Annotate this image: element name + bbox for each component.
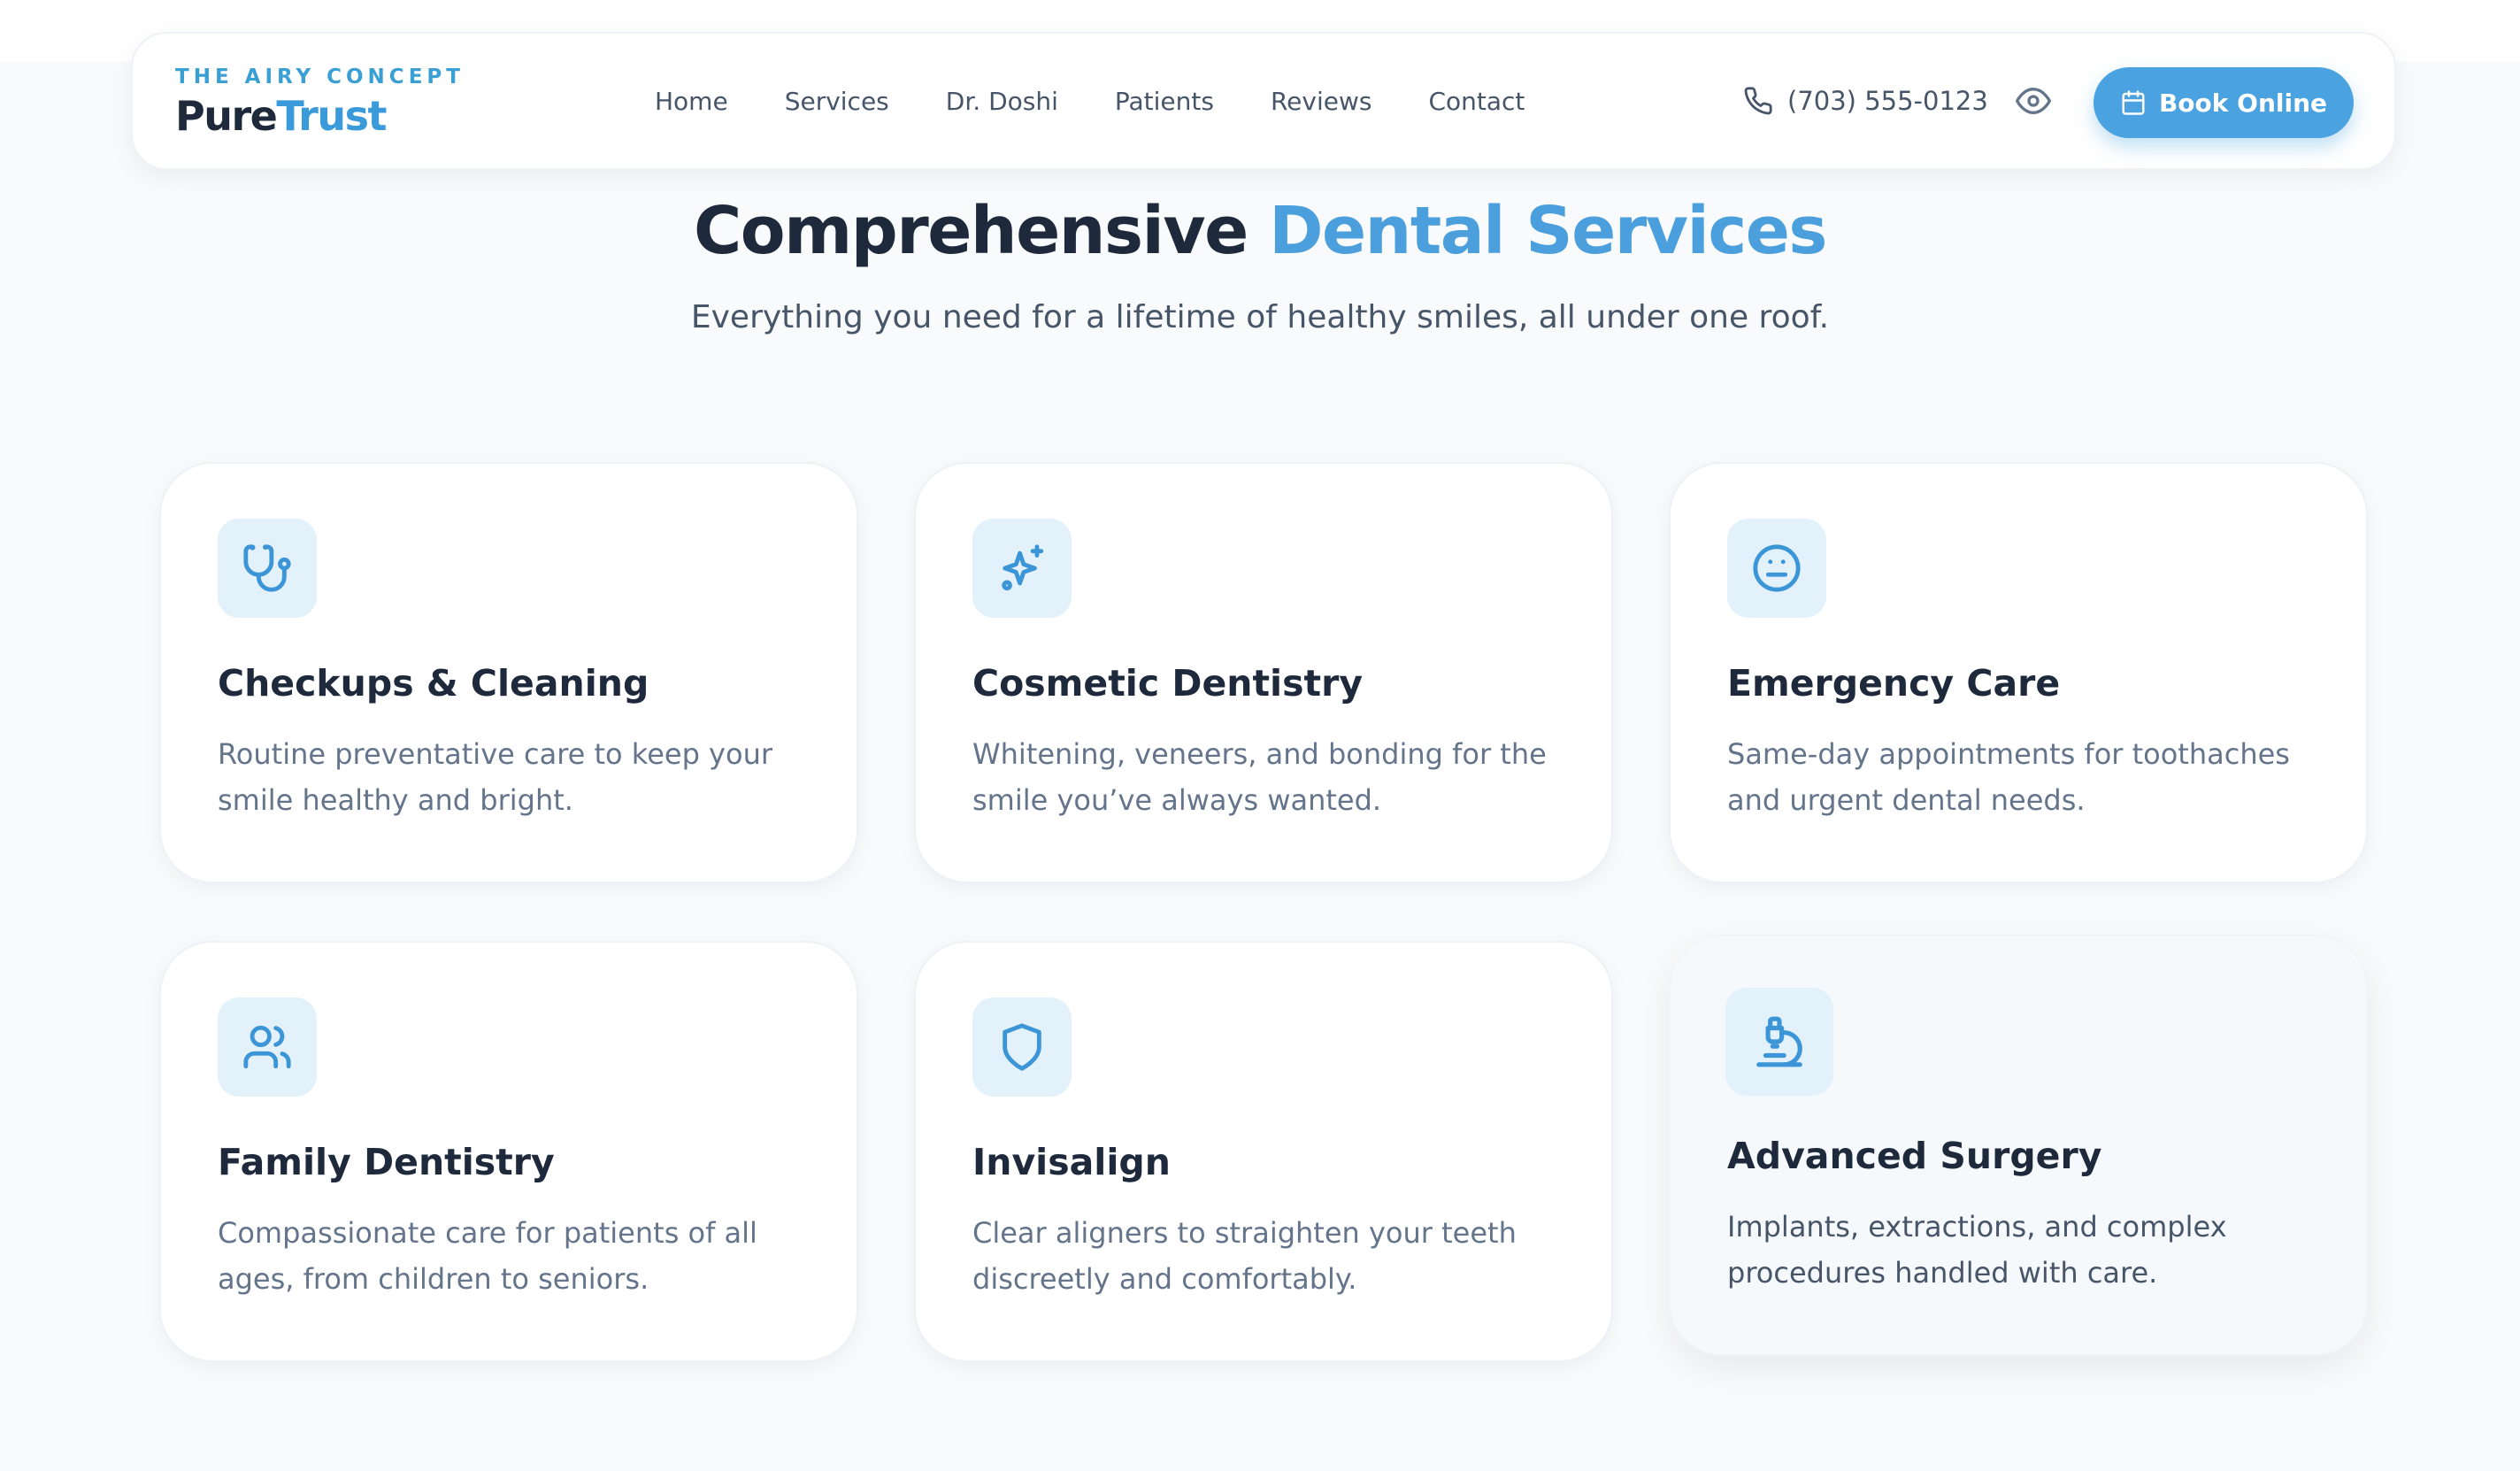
site-header: THE AIRY CONCEPT PureTrust Home Services…	[131, 32, 2396, 170]
nav-services[interactable]: Services	[785, 87, 889, 116]
phone-link[interactable]: (703) 555-0123	[1743, 34, 1988, 168]
service-card-cosmetic[interactable]: Cosmetic Dentistry Whitening, veneers, a…	[914, 462, 1613, 883]
service-card-family[interactable]: Family Dentistry Compassionate care for …	[159, 941, 858, 1362]
users-icon	[218, 997, 317, 1097]
book-online-label: Book Online	[2158, 88, 2328, 118]
brand-name-part2: Trust	[276, 92, 387, 140]
page-subtitle: Everything you need for a lifetime of he…	[690, 299, 1830, 335]
service-card-surgery[interactable]: Advanced Surgery Implants, extractions, …	[1669, 935, 2368, 1356]
service-description: Clear aligners to straighten your teeth …	[972, 1216, 1517, 1296]
main-nav: Home Services Dr. Doshi Patients Reviews…	[655, 34, 1581, 168]
service-title: Cosmetic Dentistry	[972, 662, 1364, 705]
nav-home[interactable]: Home	[655, 87, 728, 116]
service-title: Emergency Care	[1727, 662, 2061, 705]
page-title-part2: Dental Services	[1269, 193, 1827, 269]
service-title: Invisalign	[972, 1141, 1171, 1183]
service-card-checkups[interactable]: Checkups & Cleaning Routine preventative…	[159, 462, 858, 883]
page-title: Comprehensive Dental Services	[0, 193, 2520, 269]
nav-contact[interactable]: Contact	[1428, 87, 1525, 116]
service-card-emergency[interactable]: Emergency Care Same-day appointments for…	[1669, 462, 2368, 883]
service-title: Checkups & Cleaning	[218, 662, 649, 705]
brand-name-part1: Pure	[175, 92, 278, 140]
page-title-part1: Comprehensive	[694, 193, 1248, 269]
book-online-button[interactable]: Book Online	[2094, 67, 2354, 138]
nav-dr-doshi[interactable]: Dr. Doshi	[946, 87, 1058, 116]
eye-icon[interactable]	[2016, 83, 2051, 119]
service-description: Implants, extractions, and complex proce…	[1727, 1210, 2227, 1290]
phone-icon	[1743, 86, 1773, 116]
sparkles-icon	[972, 519, 1072, 618]
service-description: Routine preventative care to keep your s…	[218, 737, 772, 817]
service-description: Compassionate care for patients of all a…	[218, 1216, 757, 1296]
microscope-icon	[1725, 988, 1833, 1096]
service-title: Advanced Surgery	[1727, 1135, 2102, 1177]
service-card-invisalign[interactable]: Invisalign Clear aligners to straighten …	[914, 941, 1613, 1362]
calendar-icon	[2120, 89, 2147, 116]
brand-logo[interactable]: THE AIRY CONCEPT PureTrust	[175, 65, 465, 139]
meh-face-icon	[1727, 519, 1826, 618]
nav-patients[interactable]: Patients	[1115, 87, 1214, 116]
stethoscope-icon	[218, 519, 317, 618]
service-description: Same-day appointments for toothaches and…	[1727, 737, 2290, 817]
phone-number: (703) 555-0123	[1787, 86, 1988, 116]
service-description: Whitening, veneers, and bonding for the …	[972, 737, 1547, 817]
brand-tagline: THE AIRY CONCEPT	[175, 65, 465, 89]
shield-icon	[972, 997, 1072, 1097]
nav-reviews[interactable]: Reviews	[1271, 87, 1372, 116]
service-title: Family Dentistry	[218, 1141, 555, 1183]
brand-name: PureTrust	[175, 94, 465, 139]
